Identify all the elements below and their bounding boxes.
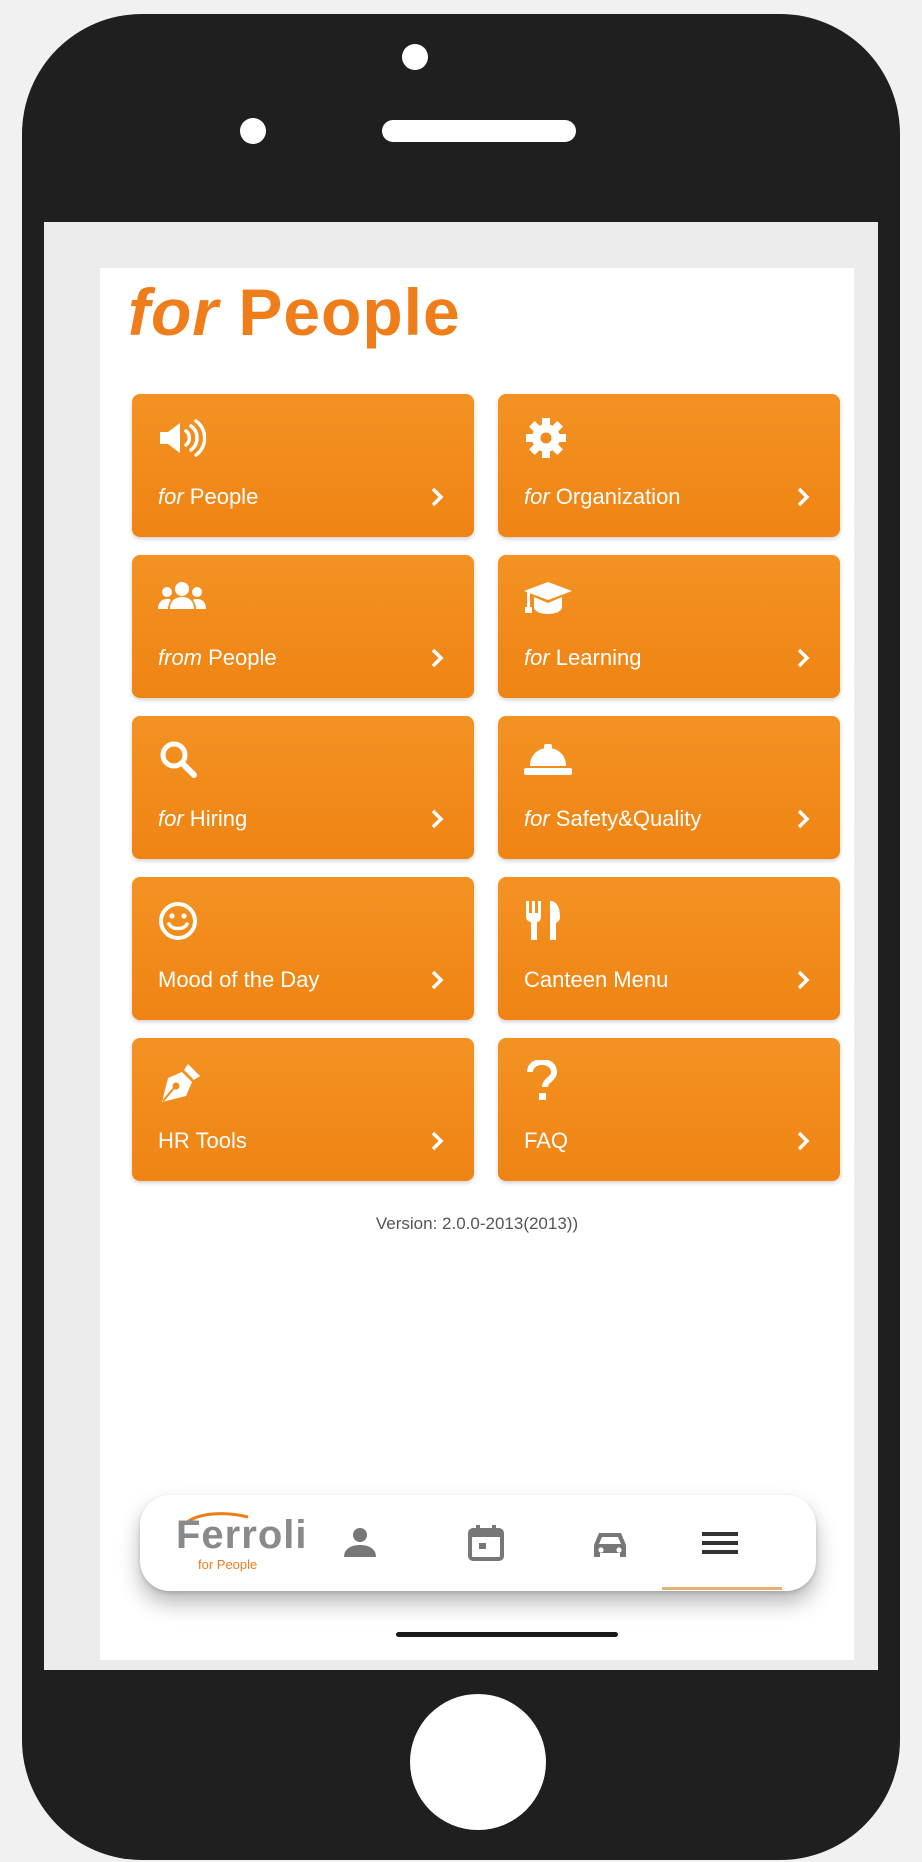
chevron-right-icon bbox=[797, 970, 810, 990]
pen-icon bbox=[158, 1060, 206, 1104]
home-button[interactable] bbox=[410, 1694, 546, 1830]
tile-label: FAQ bbox=[524, 1128, 569, 1153]
chevron-right-icon bbox=[797, 809, 810, 829]
chevron-right-icon bbox=[431, 970, 444, 990]
chevron-right-icon bbox=[797, 1131, 810, 1151]
tile-label: Mood of the Day bbox=[158, 967, 320, 992]
tile-label: for People bbox=[158, 484, 259, 509]
tile-mood-of-the-day[interactable]: Mood of the Day bbox=[132, 877, 474, 1020]
tile-faq[interactable]: FAQ bbox=[498, 1038, 840, 1181]
page-title-text: People bbox=[218, 275, 461, 349]
chevron-right-icon bbox=[797, 648, 810, 668]
megaphone-icon bbox=[158, 416, 206, 460]
chevron-right-icon bbox=[431, 487, 444, 507]
speaker-grille bbox=[382, 120, 576, 142]
tile-for-learning[interactable]: for Learning bbox=[498, 555, 840, 698]
smiley-icon bbox=[158, 899, 206, 943]
brand-name: Ferroli bbox=[176, 1513, 308, 1557]
tile-label: Canteen Menu bbox=[524, 967, 669, 992]
bottom-nav: Ferroli for People bbox=[140, 1495, 816, 1591]
tile-label: from People bbox=[158, 645, 277, 670]
chevron-right-icon bbox=[431, 809, 444, 829]
app-container: for People for People for Organization f… bbox=[100, 268, 854, 1660]
car-icon[interactable] bbox=[590, 1523, 630, 1563]
sensor-dot bbox=[240, 118, 266, 144]
tile-for-people[interactable]: for People bbox=[132, 394, 474, 537]
tile-for-organization[interactable]: for Organization bbox=[498, 394, 840, 537]
gear-icon bbox=[524, 416, 572, 460]
tile-label: for Learning bbox=[524, 645, 642, 670]
tile-canteen-menu[interactable]: Canteen Menu bbox=[498, 877, 840, 1020]
page-title: for People bbox=[128, 274, 461, 350]
menu-icon[interactable] bbox=[700, 1523, 740, 1563]
cutlery-icon bbox=[524, 899, 572, 943]
chevron-right-icon bbox=[797, 487, 810, 507]
active-tab-indicator bbox=[662, 1587, 782, 1590]
tile-label: for Safety&Quality bbox=[524, 806, 702, 831]
tile-hr-tools[interactable]: HR Tools bbox=[132, 1038, 474, 1181]
home-indicator bbox=[396, 1632, 618, 1637]
ferroli-logo[interactable]: Ferroli for People bbox=[176, 1512, 306, 1579]
search-icon bbox=[158, 738, 206, 782]
group-icon bbox=[158, 577, 206, 621]
question-icon bbox=[524, 1060, 572, 1104]
chevron-right-icon bbox=[431, 648, 444, 668]
person-icon[interactable] bbox=[340, 1523, 380, 1563]
tile-label: for Organization bbox=[524, 484, 681, 509]
brand-subtitle: for People bbox=[198, 1557, 258, 1572]
phone-screen: for People for People for Organization f… bbox=[44, 222, 878, 1670]
page-title-italic: for bbox=[128, 275, 219, 349]
tile-label: for Hiring bbox=[158, 806, 248, 831]
version-text: Version: 2.0.0-2013(2013)) bbox=[375, 1214, 579, 1233]
hard-hat-icon bbox=[524, 738, 572, 782]
chevron-right-icon bbox=[431, 1131, 444, 1151]
calendar-icon[interactable] bbox=[466, 1523, 506, 1563]
camera-dot bbox=[402, 44, 428, 70]
phone-frame: for People for People for Organization f… bbox=[22, 14, 900, 1860]
tile-for-hiring[interactable]: for Hiring bbox=[132, 716, 474, 859]
tile-from-people[interactable]: from People bbox=[132, 555, 474, 698]
tile-label: HR Tools bbox=[158, 1128, 247, 1153]
tile-for-safety-quality[interactable]: for Safety&Quality bbox=[498, 716, 840, 859]
graduation-cap-icon bbox=[524, 577, 572, 621]
